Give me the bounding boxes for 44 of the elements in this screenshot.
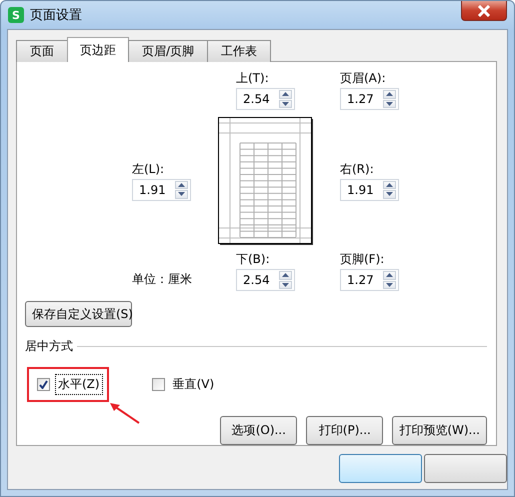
window-title: 页面设置 <box>30 7 82 24</box>
dialog-button[interactable]: 打印预览(W)... <box>392 416 487 445</box>
pointer-arrow <box>108 400 142 426</box>
checkbox-option[interactable]: 垂直(V) <box>152 374 218 395</box>
number-field[interactable]: 1.27 <box>340 269 399 291</box>
field-label: 左(L): <box>132 160 166 176</box>
number-field[interactable]: 1.91 <box>132 178 191 200</box>
cancel-button[interactable] <box>424 454 507 483</box>
field-label: 上(T): <box>236 70 270 86</box>
tab[interactable]: 工作表 <box>207 40 272 62</box>
up-arrow-icon[interactable] <box>175 180 188 189</box>
ok-button[interactable] <box>339 454 422 483</box>
tab[interactable]: 页眉/页脚 <box>128 40 208 62</box>
down-arrow-icon[interactable] <box>175 190 188 198</box>
up-arrow-icon[interactable] <box>279 271 292 280</box>
save-custom-button[interactable]: 保存自定义设置(S) <box>25 301 132 327</box>
close-icon <box>477 4 491 16</box>
tab[interactable]: 页面 <box>16 40 68 62</box>
number-field[interactable]: 1.27 <box>340 88 399 110</box>
down-arrow-icon[interactable] <box>383 280 396 289</box>
dialog-button[interactable]: 打印(P)... <box>306 416 384 445</box>
app-logo-icon: S <box>8 7 24 23</box>
down-arrow-icon[interactable] <box>383 190 396 198</box>
field-label: 右(R): <box>340 160 375 176</box>
up-arrow-icon[interactable] <box>279 90 292 98</box>
tab[interactable]: 页边距 <box>67 37 129 62</box>
checkbox[interactable] <box>37 378 50 391</box>
up-arrow-icon[interactable] <box>383 90 396 98</box>
down-arrow-icon[interactable] <box>383 100 396 108</box>
down-arrow-icon[interactable] <box>279 100 292 108</box>
field-label: 下(B): <box>236 251 271 267</box>
field-label: 页眉(A): <box>340 70 387 86</box>
dialog-button[interactable]: 选项(O)... <box>220 416 298 445</box>
number-field[interactable]: 2.54 <box>236 269 295 291</box>
down-arrow-icon[interactable] <box>279 280 292 289</box>
number-field[interactable]: 2.54 <box>236 88 295 110</box>
up-arrow-icon[interactable] <box>383 180 396 189</box>
unit-label: 单位：厘米 <box>132 271 193 288</box>
up-arrow-icon[interactable] <box>383 271 396 280</box>
field-label: 页脚(F): <box>340 251 386 267</box>
close-button[interactable] <box>461 1 507 21</box>
checkbox[interactable] <box>152 378 165 391</box>
group-title: 居中方式 <box>25 338 73 355</box>
number-field[interactable]: 1.91 <box>340 178 399 200</box>
